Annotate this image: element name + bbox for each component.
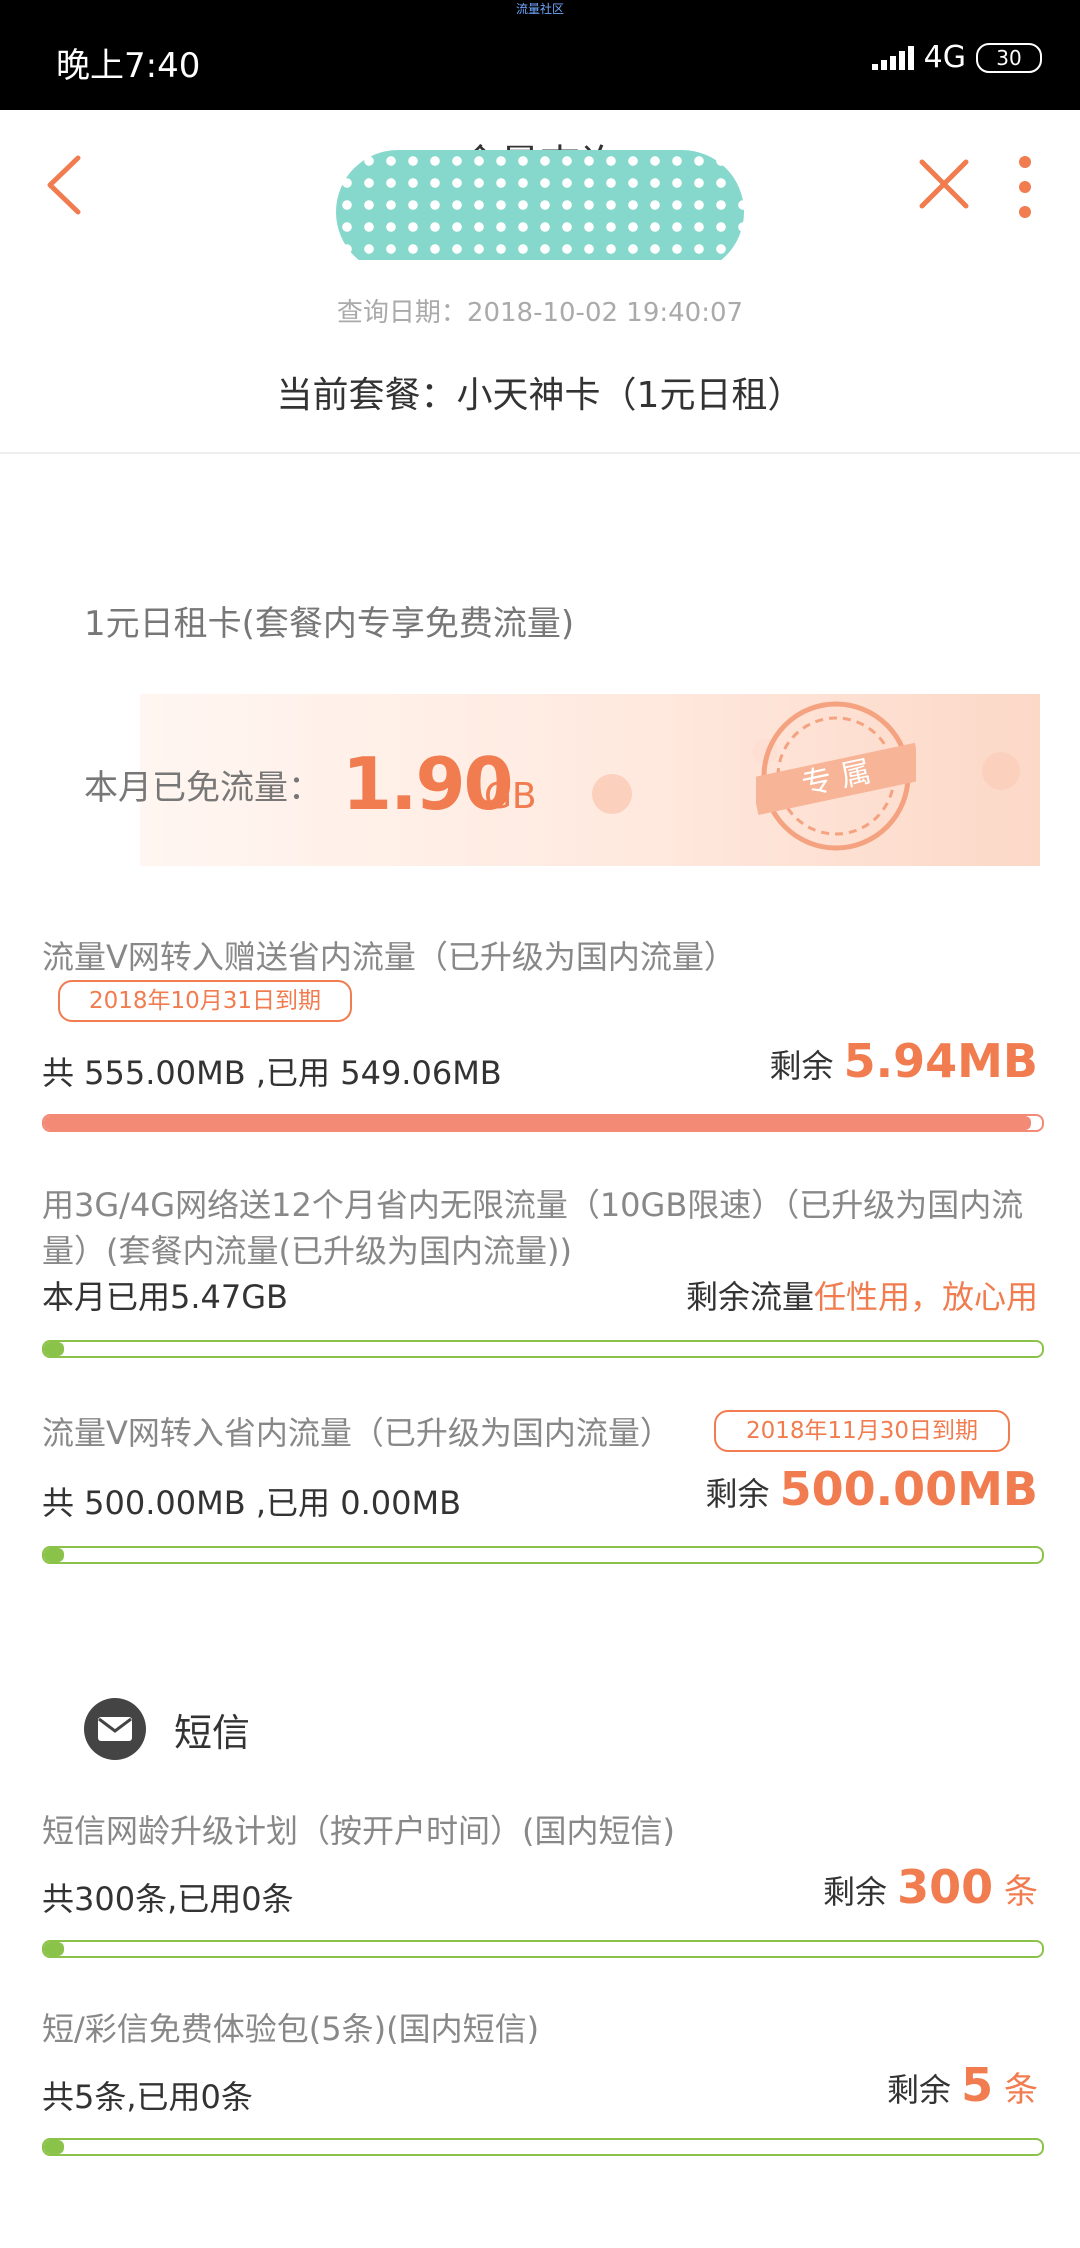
expire-badge: 2018年11月30日到期 (714, 1410, 1010, 1452)
current-plan: 当前套餐：小天神卡（1元日租） (276, 375, 804, 416)
more-menu-icon[interactable] (1010, 152, 1040, 222)
sms-item-usage: 共5条,已用0条 (42, 2078, 253, 2116)
data-item-usage: 本月已用5.47GB (42, 1278, 289, 1316)
data-item-remain: 剩余 5.94MB (769, 1034, 1038, 1088)
usage-progress-bar (42, 1546, 1044, 1564)
remain-value: 任性用，放心用 (813, 1278, 1038, 1316)
network-type: 4G (923, 40, 966, 75)
free-card-title: 1元日租卡(套餐内专享免费流量) (84, 604, 575, 644)
usage-progress-fill (44, 2140, 64, 2154)
nav-bar: 余量查询 (0, 110, 1080, 274)
battery-level: 30 (996, 45, 1022, 70)
data-item-title: 流量V网转入省内流量（已升级为国内流量） (42, 1414, 672, 1452)
usage-progress-bar (42, 1114, 1044, 1132)
usage-progress-bar (42, 2138, 1044, 2156)
exclusive-stamp-icon: 专 属 (756, 701, 916, 851)
privacy-mask (336, 150, 744, 274)
status-bar: 流量社区 晚上7:40 4G 30 (0, 0, 1080, 110)
sms-item-title: 短信网龄升级计划（按开户时间）(国内短信) (42, 1812, 675, 1850)
data-item-remain: 剩余流量任性用，放心用 (686, 1272, 1038, 1318)
signal-icon (871, 45, 914, 70)
remain-label: 剩余 (886, 2071, 962, 2109)
sms-section-title: 短信 (174, 1710, 251, 1755)
sms-item-remain: 剩余 5 条 (887, 2058, 1038, 2112)
data-item-usage: 共 500.00MB ,已用 0.00MB (42, 1484, 462, 1522)
remain-value: 500.00MB (779, 1462, 1038, 1516)
remain-label: 剩余 (769, 1047, 844, 1085)
query-date: 查询日期：2018-10-02 19:40:07 (336, 298, 744, 328)
status-time: 晚上7:40 (56, 46, 201, 86)
sms-item-title: 短/彩信免费体验包(5条)(国内短信) (42, 2010, 540, 2048)
envelope-icon (84, 1698, 146, 1760)
usage-progress-fill (44, 1548, 64, 1562)
usage-progress-fill (44, 1116, 1032, 1130)
free-data-label: 本月已免流量： (84, 768, 322, 808)
data-item-usage: 共 555.00MB ,已用 549.06MB (42, 1054, 502, 1092)
data-item-remain: 剩余 500.00MB (705, 1462, 1038, 1516)
sms-section-header: 短信 (84, 1698, 250, 1760)
usage-progress-bar (42, 1340, 1044, 1358)
remain-value: 5.94MB (843, 1034, 1038, 1088)
remain-label: 剩余流量 (685, 1278, 814, 1316)
status-top-label: 流量社区 (515, 2, 564, 16)
remain-unit: 条 (993, 1872, 1038, 1912)
free-data-unit: GB (484, 776, 537, 817)
status-right: 4G 30 (871, 40, 1042, 75)
data-item-title: 流量V网转入赠送省内流量（已升级为国内流量） (42, 938, 736, 976)
close-icon[interactable] (916, 156, 972, 212)
usage-progress-fill (44, 1342, 64, 1356)
remain-value: 300 (897, 1860, 994, 1914)
remain-unit: 条 (993, 2070, 1038, 2110)
remain-value: 5 (961, 2058, 994, 2112)
remain-label: 剩余 (822, 1873, 898, 1911)
query-header: 查询日期：2018-10-02 19:40:07 当前套餐：小天神卡（1元日租） (0, 260, 1080, 454)
usage-progress-fill (44, 1942, 64, 1956)
expire-badge: 2018年10月31日到期 (58, 980, 352, 1022)
battery-icon: 30 (976, 42, 1042, 73)
stamp-text: 专 属 (799, 754, 874, 803)
usage-progress-bar (42, 1940, 1044, 1958)
sms-item-usage: 共300条,已用0条 (42, 1880, 294, 1918)
data-item-title: 用3G/4G网络送12个月省内无限流量（10GB限速）（已升级为国内流量）(套餐… (42, 1186, 1024, 1270)
sms-item-remain: 剩余 300 条 (823, 1860, 1038, 1914)
remain-label: 剩余 (705, 1475, 780, 1513)
